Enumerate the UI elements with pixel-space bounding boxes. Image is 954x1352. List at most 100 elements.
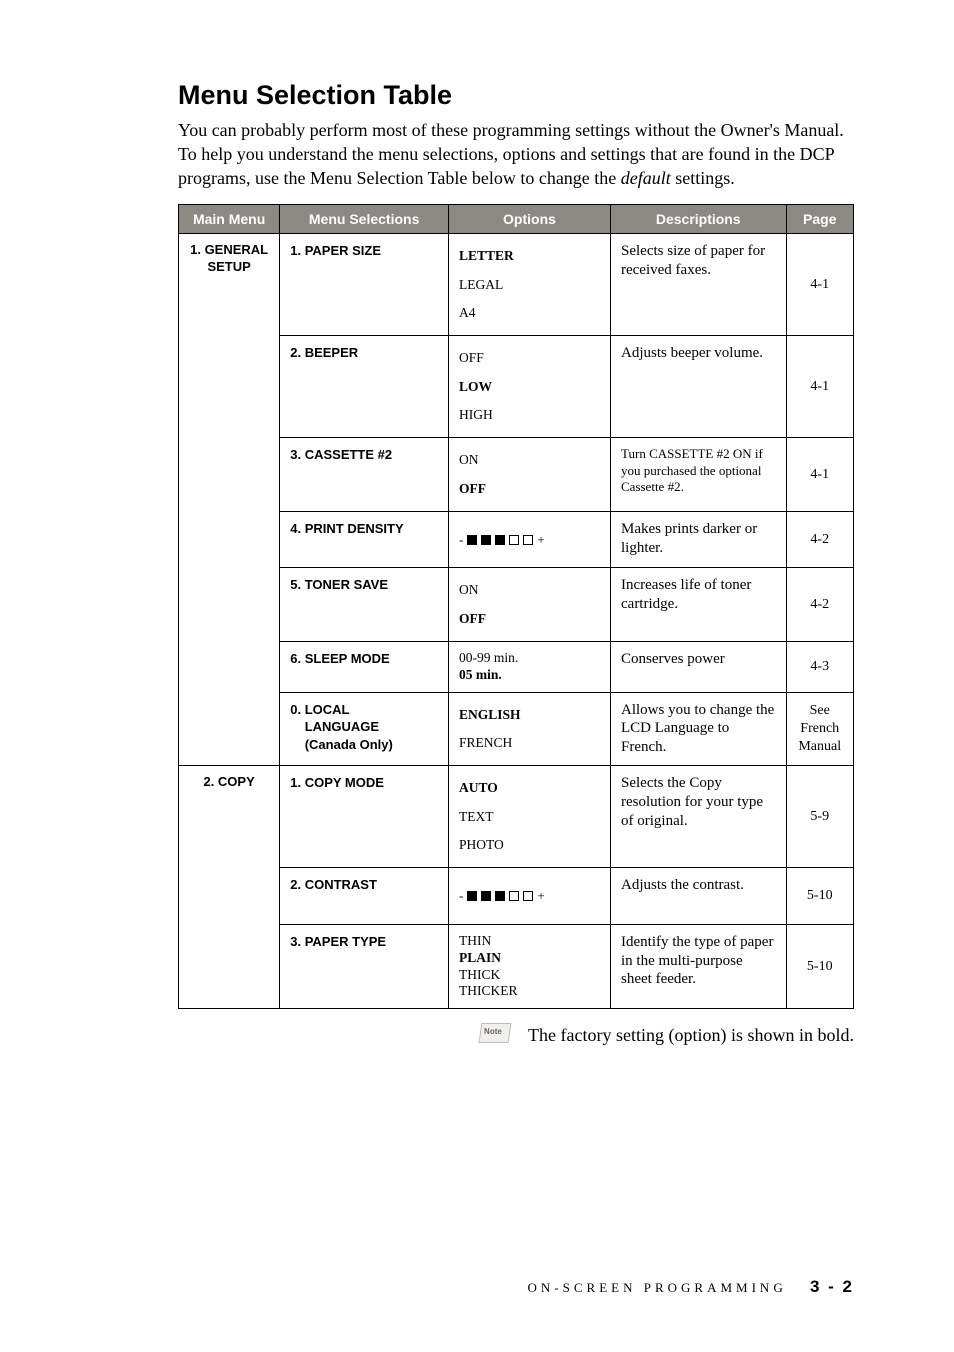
menu-selection-cell: 3. PAPER TYPE <box>280 924 449 1009</box>
menu-selection-cell: 2. CONTRAST <box>280 868 449 924</box>
density-box-empty <box>509 891 519 901</box>
options-cell: -+ <box>449 512 611 568</box>
option-value: THICKER <box>459 983 600 1000</box>
table-row: 3. CASSETTE #2ONOFFTurn CASSETTE #2 ON i… <box>179 438 854 512</box>
page-cell: 5-9 <box>786 766 854 868</box>
page-cell: 4-3 <box>786 641 854 692</box>
option-value: A4 <box>459 299 600 327</box>
main-menu-cell: 2. COPY <box>179 766 280 1009</box>
density-box-filled <box>467 535 477 545</box>
table-row: 3. PAPER TYPETHINPLAINTHICKTHICKERIdenti… <box>179 924 854 1009</box>
density-box-filled <box>481 535 491 545</box>
menu-selection-cell: 6. SLEEP MODE <box>280 641 449 692</box>
option-value: LETTER <box>459 242 600 270</box>
plus-sign: + <box>537 526 544 553</box>
th-options: Options <box>449 205 611 234</box>
options-cell: THINPLAINTHICKTHICKER <box>449 924 611 1009</box>
table-row: 2. CONTRAST-+Adjusts the contrast.5-10 <box>179 868 854 924</box>
th-menu-selections: Menu Selections <box>280 205 449 234</box>
note-row: Note The factory setting (option) is sho… <box>178 1023 854 1047</box>
page-cell: See French Manual <box>786 692 854 766</box>
table-row: 1. GENERALSETUP1. PAPER SIZELETTERLEGALA… <box>179 234 854 336</box>
intro-text: You can probably perform most of these p… <box>178 119 854 190</box>
page-cell: 4-2 <box>786 512 854 568</box>
page-title: Menu Selection Table <box>178 80 854 111</box>
table-row: 4. PRINT DENSITY-+Makes prints darker or… <box>179 512 854 568</box>
options-cell: 00-99 min.05 min. <box>449 641 611 692</box>
note-text: The factory setting (option) is shown in… <box>528 1025 854 1046</box>
minus-sign: - <box>459 526 463 553</box>
menu-selection-cell: 0. LOCAL LANGUAGE (Canada Only) <box>280 692 449 766</box>
intro-part-a: You can probably perform most of these p… <box>178 120 844 188</box>
option-value: 05 min. <box>459 667 600 684</box>
menu-selection-cell: 1. PAPER SIZE <box>280 234 449 336</box>
option-value: LEGAL <box>459 271 600 299</box>
density-box-empty <box>509 535 519 545</box>
option-value: ENGLISH <box>459 701 600 729</box>
th-descriptions: Descriptions <box>611 205 787 234</box>
density-box-filled <box>495 891 505 901</box>
intro-italic: default <box>621 168 671 188</box>
page-cell: 4-1 <box>786 234 854 336</box>
option-value: LOW <box>459 373 600 401</box>
menu-selection-cell: 5. TONER SAVE <box>280 568 449 642</box>
options-cell: OFFLOWHIGH <box>449 336 611 438</box>
plus-sign: + <box>537 882 544 909</box>
menu-selection-table: Main Menu Menu Selections Options Descri… <box>178 204 854 1009</box>
main-menu-cell: 1. GENERALSETUP <box>179 234 280 766</box>
description-cell: Conserves power <box>611 641 787 692</box>
page-footer: ON-SCREEN PROGRAMMING 3 - 2 <box>528 1277 854 1297</box>
intro-part-b: settings. <box>671 168 735 188</box>
option-value: ON <box>459 576 600 604</box>
menu-selection-cell: 4. PRINT DENSITY <box>280 512 449 568</box>
option-value: AUTO <box>459 774 600 802</box>
description-cell: Selects the Copy resolution for your typ… <box>611 766 787 868</box>
density-bar: -+ <box>459 876 600 915</box>
option-value: PLAIN <box>459 950 600 967</box>
description-cell: Adjusts the contrast. <box>611 868 787 924</box>
option-value: OFF <box>459 344 600 372</box>
option-value: 00-99 min. <box>459 650 600 667</box>
menu-selection-cell: 3. CASSETTE #2 <box>280 438 449 512</box>
option-value: THICK <box>459 967 600 984</box>
note-icon: Note <box>480 1023 516 1047</box>
description-cell: Identify the type of paper in the multi-… <box>611 924 787 1009</box>
page-cell: 4-1 <box>786 438 854 512</box>
option-value: OFF <box>459 475 600 503</box>
density-box-filled <box>467 891 477 901</box>
page-cell: 5-10 <box>786 924 854 1009</box>
density-box-empty <box>523 535 533 545</box>
description-cell: Adjusts beeper volume. <box>611 336 787 438</box>
density-box-filled <box>495 535 505 545</box>
options-cell: LETTERLEGALA4 <box>449 234 611 336</box>
footer-section: ON-SCREEN PROGRAMMING <box>528 1280 787 1295</box>
density-box-filled <box>481 891 491 901</box>
page-cell: 5-10 <box>786 868 854 924</box>
option-value: HIGH <box>459 401 600 429</box>
th-page: Page <box>786 205 854 234</box>
option-value: ON <box>459 446 600 474</box>
description-cell: Selects size of paper for received faxes… <box>611 234 787 336</box>
description-cell: Turn CASSETTE #2 ON if you purchased the… <box>611 438 787 512</box>
option-value: FRENCH <box>459 729 600 757</box>
page-cell: 4-1 <box>786 336 854 438</box>
table-row: 2. BEEPEROFFLOWHIGHAdjusts beeper volume… <box>179 336 854 438</box>
options-cell: ENGLISHFRENCH <box>449 692 611 766</box>
table-row: 6. SLEEP MODE00-99 min.05 min.Conserves … <box>179 641 854 692</box>
options-cell: -+ <box>449 868 611 924</box>
footer-page: 3 - 2 <box>810 1277 854 1296</box>
menu-selection-cell: 1. COPY MODE <box>280 766 449 868</box>
density-bar: -+ <box>459 520 600 559</box>
table-row: 2. COPY1. COPY MODEAUTOTEXTPHOTOSelects … <box>179 766 854 868</box>
description-cell: Makes prints darker or lighter. <box>611 512 787 568</box>
options-cell: AUTOTEXTPHOTO <box>449 766 611 868</box>
minus-sign: - <box>459 882 463 909</box>
description-cell: Allows you to change the LCD Language to… <box>611 692 787 766</box>
option-value: THIN <box>459 933 600 950</box>
description-cell: Increases life of toner cartridge. <box>611 568 787 642</box>
page-cell: 4-2 <box>786 568 854 642</box>
table-row: 5. TONER SAVEONOFFIncreases life of tone… <box>179 568 854 642</box>
option-value: TEXT <box>459 803 600 831</box>
options-cell: ONOFF <box>449 568 611 642</box>
options-cell: ONOFF <box>449 438 611 512</box>
